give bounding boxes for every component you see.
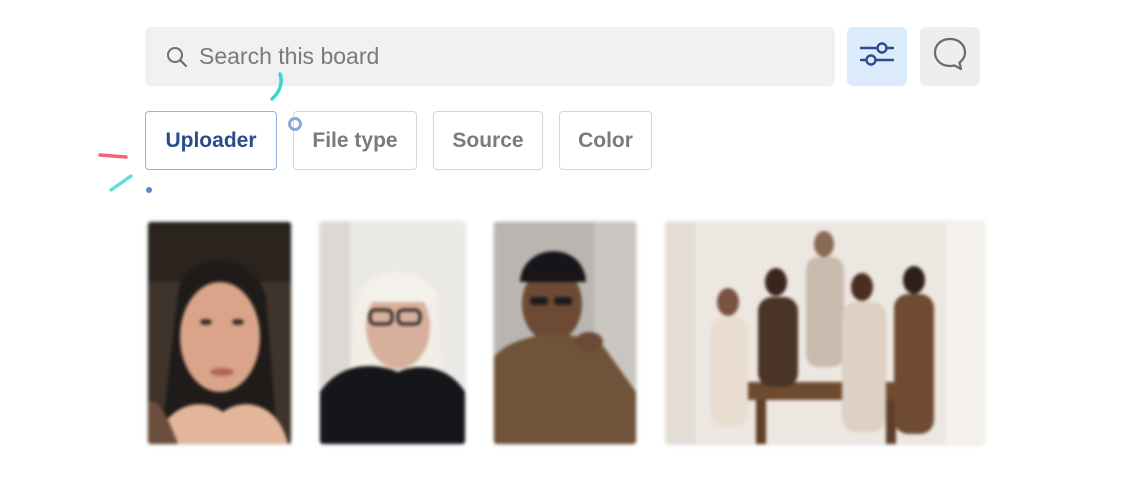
board-image[interactable]	[494, 222, 636, 444]
filter-chip-uploader[interactable]: Uploader	[145, 111, 277, 170]
filter-settings-button[interactable]	[847, 27, 907, 86]
search-icon	[165, 45, 189, 69]
portrait-image	[148, 222, 291, 444]
board-image[interactable]	[666, 222, 984, 444]
sliders-icon	[859, 40, 895, 73]
speech-bubble-icon	[932, 36, 968, 77]
decorative-stroke	[270, 72, 283, 101]
decorative-dot	[146, 187, 152, 193]
filter-chip-source[interactable]: Source	[433, 111, 543, 170]
decorative-ring	[288, 117, 302, 131]
board-image[interactable]	[148, 222, 291, 444]
search-bar[interactable]	[145, 27, 835, 86]
filter-chip-file-type[interactable]: File type	[293, 111, 417, 170]
decorative-dash	[98, 153, 128, 159]
group-photo-image	[666, 222, 984, 444]
filter-chip-color[interactable]: Color	[559, 111, 652, 170]
portrait-image	[494, 222, 636, 444]
portrait-image	[320, 222, 465, 444]
comment-button[interactable]	[920, 27, 980, 86]
decorative-dash	[109, 174, 133, 192]
board-image[interactable]	[320, 222, 465, 444]
